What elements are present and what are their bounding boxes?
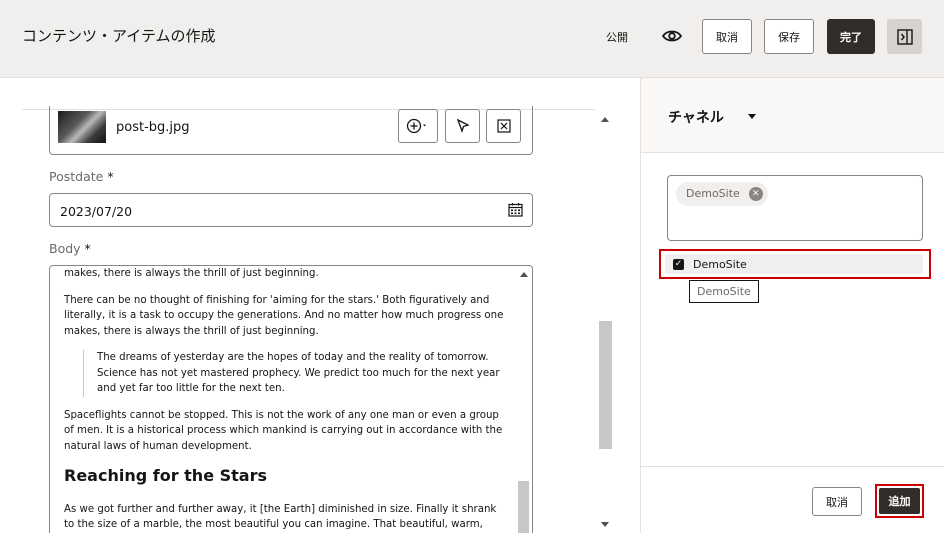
plus-circle-icon xyxy=(406,118,426,134)
remove-media-button[interactable] xyxy=(486,109,521,143)
tooltip: DemoSite xyxy=(689,280,759,303)
channel-chip-label: DemoSite xyxy=(686,187,740,200)
chevron-down-icon[interactable] xyxy=(748,114,756,119)
postdate-field[interactable]: 2023/07/20 xyxy=(49,193,533,227)
save-button[interactable]: 保存 xyxy=(764,19,814,54)
channel-select-input[interactable]: DemoSite ✕ xyxy=(667,175,923,241)
form-scroll-thumb[interactable] xyxy=(599,321,612,449)
channel-option-demosite[interactable]: ✓ DemoSite xyxy=(659,249,931,279)
page-title: コンテンツ・アイテムの作成 xyxy=(22,27,216,45)
channel-option-label: DemoSite xyxy=(693,258,747,271)
preview-eye-icon[interactable] xyxy=(661,26,683,46)
media-field: post-bg.jpg xyxy=(49,106,533,155)
body-label: Body * xyxy=(49,241,91,256)
close-box-icon xyxy=(496,119,511,133)
editor-scrollbar[interactable] xyxy=(518,266,532,533)
remove-chip-icon[interactable]: ✕ xyxy=(748,187,763,201)
body-heading: Reaching for the Stars xyxy=(64,466,267,485)
media-thumbnail xyxy=(58,111,106,143)
channel-panel-title[interactable]: チャネル xyxy=(668,107,724,127)
postdate-value: 2023/07/20 xyxy=(60,204,133,219)
publish-button[interactable]: 公開 xyxy=(606,29,628,45)
panel-cancel-button[interactable]: 取消 xyxy=(812,487,862,516)
side-panel-icon xyxy=(896,28,913,45)
select-media-button[interactable] xyxy=(445,109,480,143)
add-button-highlight: 追加 xyxy=(875,484,924,518)
scroll-up-icon[interactable] xyxy=(601,117,609,122)
body-editor[interactable]: makes, there is always the thrill of jus… xyxy=(49,265,533,533)
body-paragraph: Spaceflights cannot be stopped. This is … xyxy=(64,409,503,452)
body-paragraph: makes, there is always the thrill of jus… xyxy=(64,268,319,279)
checkbox-checked-icon[interactable]: ✓ xyxy=(673,259,684,270)
calendar-icon[interactable] xyxy=(508,202,523,217)
add-button[interactable]: 追加 xyxy=(879,488,920,514)
toggle-side-panel-button[interactable] xyxy=(887,19,922,54)
form-scrollbar[interactable] xyxy=(597,111,614,533)
media-filename: post-bg.jpg xyxy=(116,120,190,135)
body-blockquote: The dreams of yesterday are the hopes of… xyxy=(83,350,504,397)
cursor-icon xyxy=(456,119,470,133)
channel-panel-footer: 取消 追加 xyxy=(641,466,944,533)
content-form: post-bg.jpg Postdate * 2023/07/20 Body *… xyxy=(0,78,640,533)
channel-panel-header: チャネル xyxy=(641,78,944,153)
postdate-label: Postdate * xyxy=(49,169,114,184)
body-paragraph: As we got further and further away, it [… xyxy=(64,503,497,531)
editor-scroll-thumb[interactable] xyxy=(518,481,529,533)
body-paragraph: There can be no thought of finishing for… xyxy=(64,294,504,337)
channel-panel: チャネル DemoSite ✕ ✓ DemoSite DemoSite 取消 追… xyxy=(640,78,944,533)
channel-chip: DemoSite ✕ xyxy=(676,182,768,206)
page-header: コンテンツ・アイテムの作成 公開 取消 保存 完了 xyxy=(0,0,944,78)
body-content: makes, there is always the thrill of jus… xyxy=(64,266,504,533)
scroll-down-icon[interactable] xyxy=(601,522,609,527)
cancel-button[interactable]: 取消 xyxy=(702,19,752,54)
scroll-up-icon[interactable] xyxy=(520,272,528,277)
done-button[interactable]: 完了 xyxy=(827,19,875,54)
add-media-button[interactable] xyxy=(398,109,438,143)
